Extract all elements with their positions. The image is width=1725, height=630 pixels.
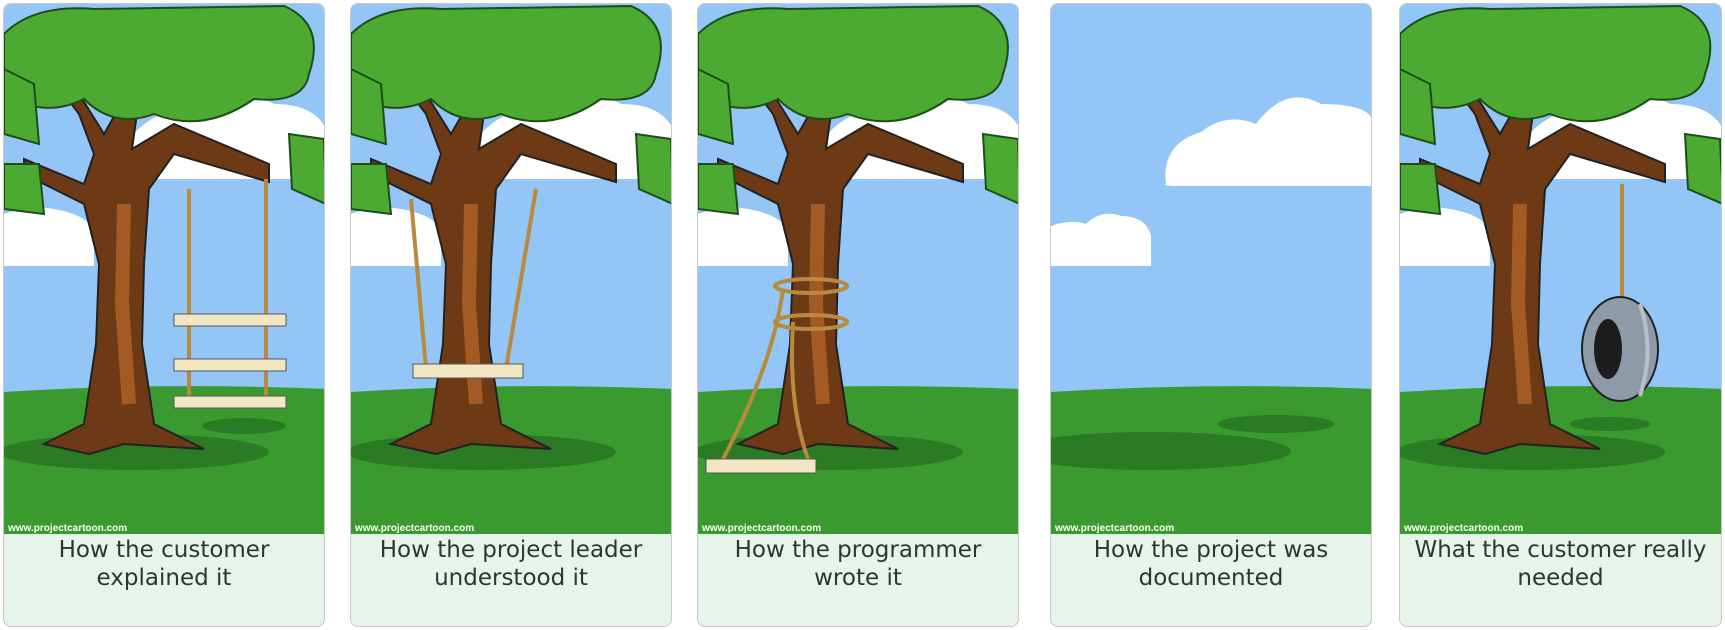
credit-watermark: www.projectcartoon.com	[7, 523, 127, 534]
panel-project-documented: www.projectcartoon.com How the project w…	[1050, 3, 1372, 627]
panel-programmer-wrote: www.projectcartoon.com How the programme…	[697, 3, 1019, 627]
panel-customer-explained: www.projectcartoon.com How the customer …	[3, 3, 325, 627]
panel-caption: How the customer explained it	[58, 537, 270, 591]
cartoon-image-project-documented: www.projectcartoon.com	[1051, 4, 1371, 534]
credit-watermark: www.projectcartoon.com	[354, 523, 474, 534]
panel-caption: How the programmer wrote it	[734, 537, 982, 591]
panel-caption: How the project was documented	[1093, 537, 1329, 591]
cartoon-image-leader-understood: www.projectcartoon.com	[351, 4, 671, 534]
cartoon-image-programmer-wrote: www.projectcartoon.com	[698, 4, 1018, 534]
panel-caption: What the customer really needed	[1414, 537, 1707, 591]
cartoon-image-customer-needed: www.projectcartoon.com	[1400, 4, 1721, 534]
panel-customer-needed: www.projectcartoon.com What the customer…	[1399, 3, 1722, 627]
panel-caption: How the project leader understood it	[379, 537, 643, 591]
credit-watermark: www.projectcartoon.com	[1403, 523, 1523, 534]
credit-watermark: www.projectcartoon.com	[701, 523, 821, 534]
cartoon-image-customer-explained: www.projectcartoon.com	[4, 4, 324, 534]
credit-watermark: www.projectcartoon.com	[1054, 523, 1174, 534]
panel-leader-understood: www.projectcartoon.com How the project l…	[350, 3, 672, 627]
